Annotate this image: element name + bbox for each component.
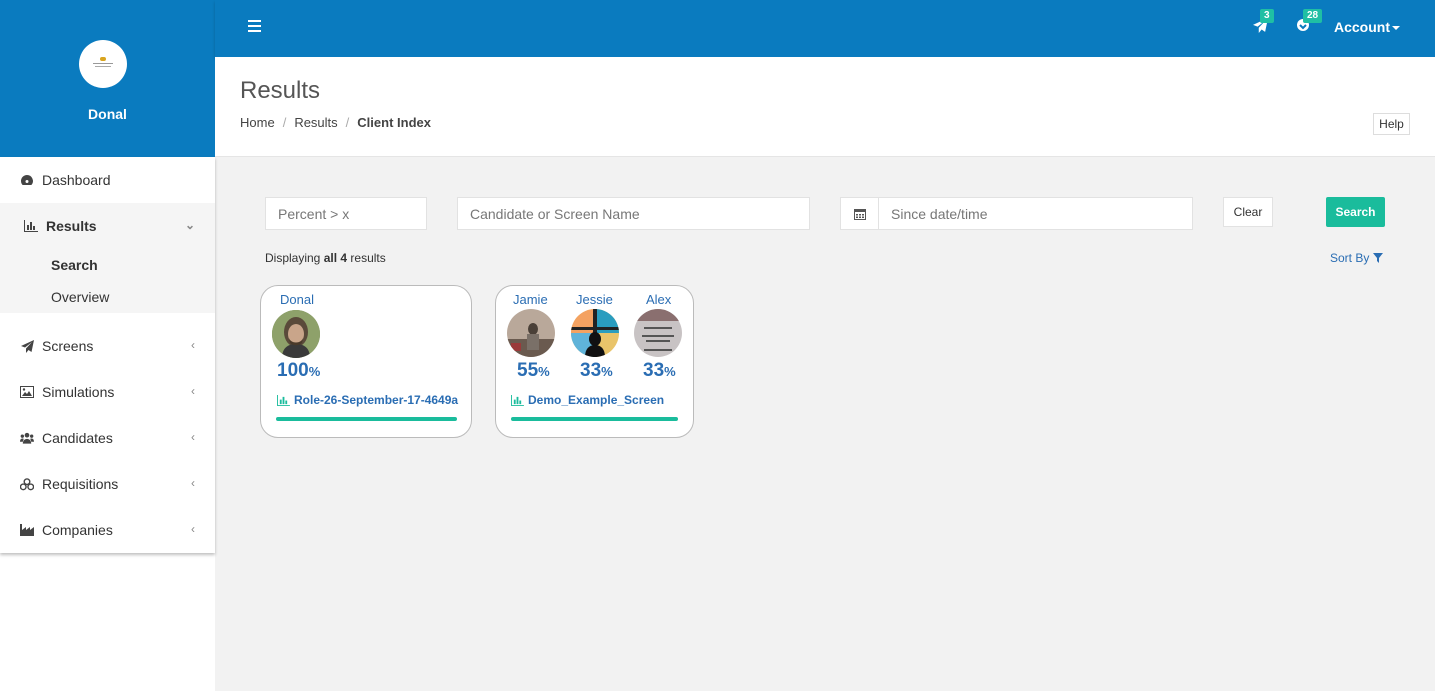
company-logo[interactable] — [79, 40, 127, 88]
results-count: Displaying all 4 results — [265, 251, 386, 265]
percent-filter-input[interactable] — [265, 197, 427, 230]
sidebar-subitem-search[interactable]: Search — [0, 249, 215, 281]
results-count-suffix: results — [350, 251, 386, 265]
score-progress-bar — [511, 417, 678, 421]
alerts-button[interactable]: 28 — [1296, 9, 1323, 34]
screen-name-link[interactable]: Demo_Example_Screen — [511, 393, 664, 407]
candidate-score: 33% — [643, 360, 676, 382]
chevron-left-icon: ‹ — [191, 522, 195, 536]
sort-by-label: Sort By — [1330, 251, 1370, 265]
sidebar-item-label: Results — [46, 218, 97, 234]
score-unit: % — [601, 364, 613, 379]
score-unit: % — [308, 364, 321, 379]
candidate-score: 100% — [277, 360, 320, 382]
sidebar-item-label: Screens — [42, 338, 94, 354]
page-title: Results — [240, 77, 321, 104]
sidebar-item-label: Dashboard — [42, 172, 111, 188]
sidebar-item-screens[interactable]: Screens ‹ — [0, 323, 215, 369]
paper-plane-icon — [20, 339, 34, 353]
score-unit: % — [664, 364, 676, 379]
account-label: Account — [1334, 19, 1390, 35]
search-button[interactable]: Search — [1326, 197, 1385, 227]
results-count-total: all 4 — [323, 251, 348, 265]
sidebar-item-dashboard[interactable]: Dashboard — [0, 157, 215, 203]
sidebar-item-requisitions[interactable]: Requisitions ‹ — [0, 461, 215, 507]
sidebar-item-label: Companies — [42, 522, 113, 538]
candidate-avatar[interactable] — [507, 309, 555, 357]
page-header: Results Home / Results / Client Index Help — [215, 57, 1435, 157]
score-value: 33 — [580, 360, 602, 381]
sidebar-item-label: Requisitions — [42, 476, 119, 492]
sidebar-item-label: Simulations — [42, 384, 115, 400]
result-card[interactable]: Jamie Jessie Alex 55% 33% 33% Demo_Examp… — [495, 285, 694, 438]
candidate-avatar[interactable] — [634, 309, 682, 357]
candidate-name-link[interactable]: Jessie — [576, 292, 613, 307]
candidate-score: 55% — [517, 360, 550, 382]
screen-name-label: Role-26-September-17-4649a — [294, 393, 459, 407]
sort-by-button[interactable]: Sort By — [1330, 251, 1383, 265]
candidate-name-link[interactable]: Alex — [646, 292, 671, 307]
score-unit: % — [538, 364, 550, 379]
sidebar-results-group: Results ⌄ Search Overview — [0, 203, 215, 313]
chevron-left-icon: ‹ — [191, 476, 195, 490]
candidate-avatar[interactable] — [272, 310, 320, 358]
menu-toggle-icon[interactable] — [248, 20, 261, 32]
candidate-screen-search-input[interactable] — [457, 197, 810, 230]
candidate-avatar[interactable] — [571, 309, 619, 357]
sidebar-item-candidates[interactable]: Candidates ‹ — [0, 415, 215, 461]
sidebar-item-label: Candidates — [42, 430, 113, 446]
cubes-icon — [20, 477, 34, 491]
chevron-left-icon: ‹ — [191, 384, 195, 398]
breadcrumb-separator: / — [345, 115, 350, 130]
sidebar-item-simulations[interactable]: Simulations ‹ — [0, 369, 215, 415]
dashboard-icon — [20, 173, 34, 187]
since-date-input[interactable] — [878, 197, 1193, 230]
calendar-icon[interactable] — [840, 197, 879, 230]
breadcrumb: Home / Results / Client Index — [240, 115, 431, 130]
clear-button[interactable]: Clear — [1223, 197, 1273, 227]
chevron-left-icon: ‹ — [191, 430, 195, 444]
industry-icon — [20, 523, 34, 537]
sidebar-item-companies[interactable]: Companies ‹ — [0, 507, 215, 553]
score-progress-bar — [276, 417, 457, 421]
messages-button[interactable]: 3 — [1253, 9, 1274, 34]
bar-chart-icon — [511, 394, 524, 406]
score-value: 55 — [517, 360, 539, 381]
sidebar: Donal Dashboard Results ⌄ Search Overvie… — [0, 0, 215, 691]
result-card[interactable]: Donal 100% Role-26-September-17-4649a — [260, 285, 472, 438]
bar-chart-icon — [277, 394, 290, 406]
users-icon — [20, 431, 34, 445]
screen-name-label: Demo_Example_Screen — [528, 393, 665, 407]
results-count-prefix: Displaying — [265, 251, 321, 265]
filter-icon — [1372, 253, 1383, 263]
caret-down-icon — [1392, 26, 1400, 31]
messages-count-badge: 3 — [1260, 9, 1274, 23]
screen-name-link[interactable]: Role-26-September-17-4649a — [277, 393, 458, 407]
sidebar-profile: Donal — [0, 0, 215, 157]
sidebar-subitem-overview[interactable]: Overview — [0, 281, 215, 313]
candidate-name-link[interactable]: Jamie — [513, 292, 548, 307]
chevron-left-icon: ‹ — [191, 338, 195, 352]
candidate-score: 33% — [580, 360, 613, 382]
candidate-name-link[interactable]: Donal — [280, 292, 314, 307]
image-icon — [20, 385, 34, 399]
sidebar-user-name: Donal — [88, 106, 127, 122]
help-button[interactable]: Help — [1373, 113, 1410, 135]
bar-chart-icon — [24, 219, 38, 233]
sidebar-item-results[interactable]: Results ⌄ — [0, 203, 215, 249]
top-navbar: 3 28 Account — [215, 0, 1435, 57]
score-value: 33 — [643, 360, 665, 381]
account-dropdown[interactable]: Account — [1334, 19, 1400, 35]
sidebar-menu: Dashboard Results ⌄ Search Overview Scre… — [0, 157, 215, 553]
score-value: 100 — [277, 360, 309, 381]
breadcrumb-separator: / — [282, 115, 287, 130]
breadcrumb-home[interactable]: Home — [240, 115, 275, 130]
breadcrumb-results[interactable]: Results — [294, 115, 337, 130]
alerts-count-badge: 28 — [1303, 9, 1323, 23]
chevron-down-icon: ⌄ — [184, 218, 195, 232]
breadcrumb-current: Client Index — [357, 115, 431, 130]
